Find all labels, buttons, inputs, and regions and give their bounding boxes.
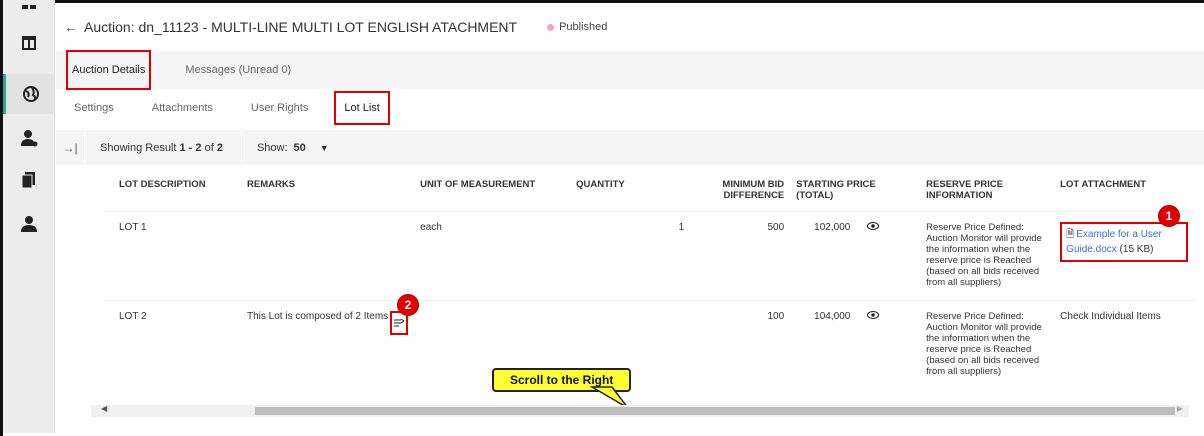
- page-size-label: Show:: [256, 141, 288, 154]
- horizontal-scrollbar[interactable]: ◀ ▶: [91, 404, 1189, 417]
- layout-icon[interactable]: [3, 20, 55, 66]
- table-row: LOT 1 each 1 500 102,000 Reserve Price D…: [105, 211, 1195, 301]
- col-unit-of-measurement: UNIT OF MEASUREMENT: [420, 179, 536, 190]
- scroll-right-icon[interactable]: ▶: [1177, 404, 1183, 413]
- lot-quantity: 1: [570, 211, 691, 301]
- col-quantity: QUANTITY: [576, 179, 625, 190]
- eye-icon[interactable]: [867, 311, 880, 322]
- collapse-right-icon[interactable]: →|: [56, 141, 84, 155]
- tab-user-rights[interactable]: User Rights: [251, 102, 308, 114]
- page-title: Auction: dn_11123 - MULTI-LINE MULTI LOT…: [84, 19, 518, 35]
- lot-starting-price: 104,000: [790, 300, 921, 389]
- tab-auction-details[interactable]: Auction Details: [66, 50, 152, 90]
- user-icon[interactable]: [3, 204, 55, 244]
- lot-remarks: This Lot is composed of 2 Items: [241, 300, 415, 389]
- col-reserve-line1: RESERVE PRICE: [926, 179, 1004, 190]
- lot-description: LOT 1: [105, 211, 241, 301]
- table-header-row: LOT DESCRIPTION REMARKS UNIT OF MEASUREM…: [105, 173, 1194, 212]
- lot-table: LOT DESCRIPTION REMARKS UNIT OF MEASUREM…: [105, 173, 1195, 389]
- starting-price-value: 102,000: [814, 222, 851, 234]
- showing-prefix: Showing Result: [100, 141, 177, 154]
- showing-range: 1 - 2: [179, 141, 202, 154]
- showing-of: of: [204, 141, 214, 154]
- page-size-select[interactable]: 50: [294, 142, 306, 154]
- lot-reserve-info: Reserve Price Defined: Auction Monitor w…: [920, 300, 1055, 389]
- remarks-text: This Lot is composed of 2 Items: [247, 311, 389, 322]
- step-badge-2: 2: [397, 294, 419, 316]
- status-dot-icon: [547, 23, 555, 31]
- sub-tabs: Settings Attachments User Rights Lot Lis…: [56, 89, 1204, 127]
- scroll-left-icon[interactable]: ◀: [101, 404, 107, 413]
- documents-icon[interactable]: [3, 160, 55, 200]
- col-starting-price: STARTING PRICE (TOTAL): [796, 179, 876, 201]
- col-reserve-line2: INFORMATION: [926, 190, 993, 201]
- col-reserve-price: RESERVE PRICE INFORMATION: [920, 173, 1054, 212]
- lot-description: LOT 2: [105, 300, 241, 389]
- col-minimum-bid-line2: DIFFERENCE: [723, 190, 785, 201]
- status-badge: Published: [547, 21, 607, 33]
- lot-remarks: [241, 211, 415, 301]
- attachment-size: (15 KB): [1119, 244, 1154, 255]
- attachment-highlight: 🗎 Example for a User Guide.docx (15 KB): [1060, 222, 1189, 262]
- lot-starting-price: 102,000: [790, 211, 921, 301]
- lot-reserve-info: Reserve Price Defined: Auction Monitor w…: [920, 211, 1055, 301]
- results-bar: →| Showing Result 1 - 2 of 2 Show: 50 ▼: [56, 130, 1204, 165]
- col-remarks: REMARKS: [247, 179, 296, 190]
- status-label: Published: [559, 21, 608, 33]
- col-lot-description: LOT DESCRIPTION: [119, 179, 206, 190]
- tab-lot-list[interactable]: Lot List: [334, 91, 390, 125]
- tab-messages[interactable]: Messages (Unread 0): [185, 60, 291, 80]
- scrollbar-thumb[interactable]: [255, 407, 1175, 415]
- table-row: LOT 2 This Lot is composed of 2 Items 10…: [105, 300, 1195, 389]
- col-minimum-bid-line1: MINIMUM BID: [722, 179, 785, 190]
- tab-attachments[interactable]: Attachments: [152, 102, 213, 114]
- result-count: Showing Result 1 - 2 of 2: [85, 142, 241, 154]
- grid-icon[interactable]: [3, 0, 55, 20]
- main-tabs: Auction Details Messages (Unread 0): [56, 50, 1204, 90]
- page-header: ← Auction: dn_11123 - MULTI-LINE MULTI L…: [56, 3, 1204, 51]
- tab-settings[interactable]: Settings: [74, 102, 114, 114]
- lot-min-bid: 100: [690, 300, 791, 389]
- step-badge-1: 1: [1158, 205, 1180, 227]
- lot-attachment: Check Individual Items: [1054, 300, 1195, 389]
- document-icon: 🗎: [1066, 229, 1075, 240]
- eye-icon[interactable]: [867, 222, 880, 233]
- lot-min-bid: 500: [690, 211, 791, 301]
- lot-uom: each: [414, 211, 571, 301]
- showing-total: 2: [216, 141, 223, 154]
- left-nav-rail: [3, 0, 55, 433]
- chevron-down-icon[interactable]: ▼: [320, 143, 329, 153]
- globe-icon[interactable]: [3, 74, 55, 114]
- starting-price-value: 104,000: [814, 311, 851, 323]
- user-settings-icon[interactable]: [3, 118, 55, 158]
- back-arrow-icon[interactable]: ←: [64, 19, 78, 35]
- col-minimum-bid-difference: MINIMUM BID DIFFERENCE: [690, 173, 790, 212]
